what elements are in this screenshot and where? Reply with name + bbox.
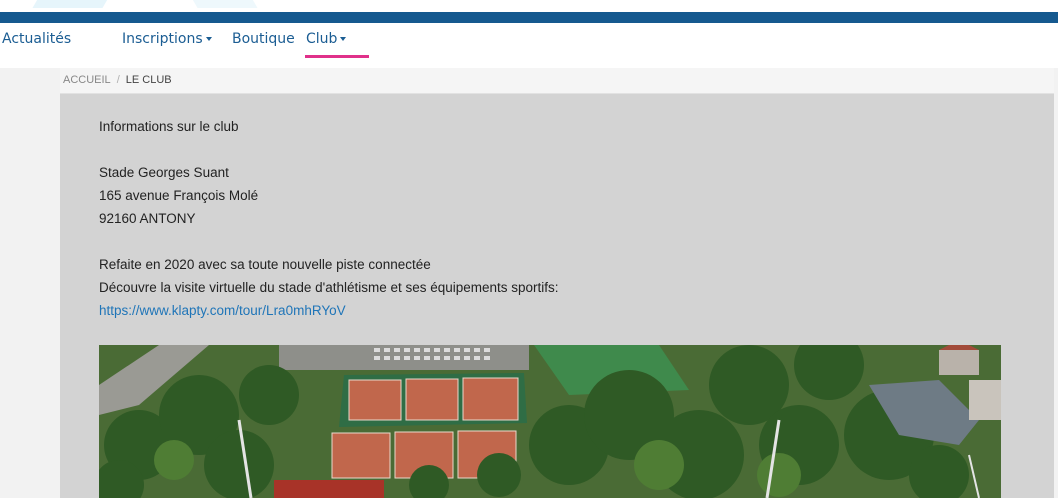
breadcrumb-current: LE CLUB xyxy=(125,74,172,86)
active-nav-indicator xyxy=(305,55,369,58)
left-margin xyxy=(0,68,60,498)
page-heading: Informations sur le club xyxy=(99,119,239,134)
nav-item-inscriptions-label: Inscriptions xyxy=(122,31,203,47)
nav-item-boutique[interactable]: Boutique xyxy=(232,31,295,47)
breadcrumb: ACCUEIL / LE CLUB xyxy=(63,74,172,86)
nav-item-club[interactable]: Club xyxy=(306,31,347,47)
address-line-street: 165 avenue François Molé xyxy=(99,188,259,203)
breadcrumb-home[interactable]: ACCUEIL xyxy=(63,74,111,86)
top-bar xyxy=(0,12,1058,23)
main-content: Informations sur le club Stade Georges S… xyxy=(60,94,1054,498)
breadcrumb-separator: / xyxy=(116,74,120,86)
virtual-tour-link[interactable]: https://www.klapty.com/tour/Lra0mhRYoV xyxy=(99,303,346,318)
nav-item-club-label: Club xyxy=(306,31,338,47)
description-line-1: Refaite en 2020 avec sa toute nouvelle p… xyxy=(99,257,431,272)
chevron-down-icon xyxy=(205,37,212,41)
nav-item-inscriptions[interactable]: Inscriptions xyxy=(122,31,212,47)
stadium-aerial-photo xyxy=(99,345,1001,498)
nav-item-actualites[interactable]: Actualités xyxy=(2,31,71,47)
virtual-tour-link-wrapper: https://www.klapty.com/tour/Lra0mhRYoV xyxy=(99,303,346,318)
chevron-down-icon xyxy=(340,37,347,41)
right-margin xyxy=(1054,68,1058,498)
description-line-2: Découvre la visite virtuelle du stade d'… xyxy=(99,280,559,295)
breadcrumb-bar: ACCUEIL / LE CLUB xyxy=(60,68,1054,94)
header-decoration xyxy=(0,0,1058,12)
main-nav: Actualités Inscriptions Boutique Club xyxy=(0,23,1058,59)
address-line-name: Stade Georges Suant xyxy=(99,165,229,180)
address-line-city: 92160 ANTONY xyxy=(99,211,196,226)
